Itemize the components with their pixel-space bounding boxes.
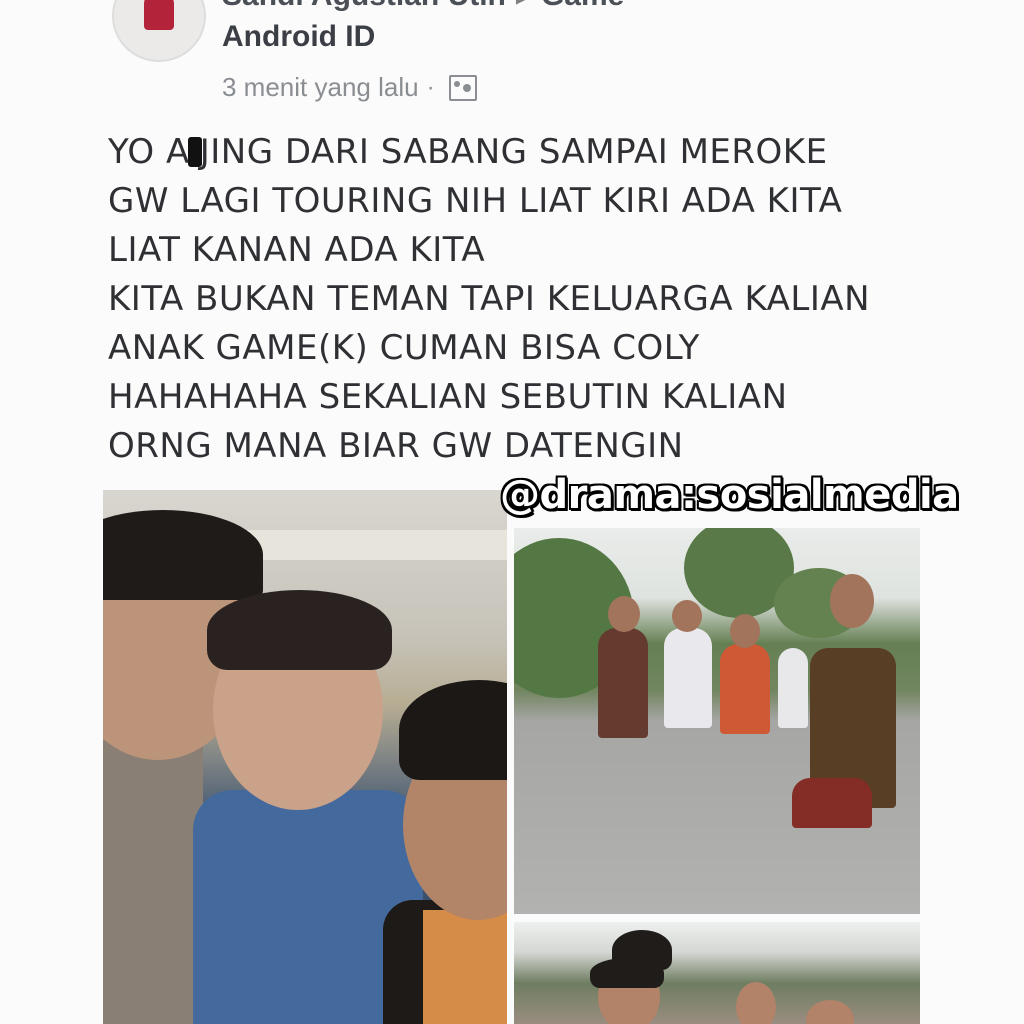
post-photo-2[interactable]: [514, 528, 920, 914]
author-header: Sandi Agustian Utih ▸ Game: [222, 0, 624, 13]
post-text-line: HAHAHAHA SEKALIAN SEBUTIN KALIAN: [108, 373, 988, 422]
avatar-figure: [144, 0, 174, 30]
group-name-partial[interactable]: Game: [541, 0, 624, 12]
photo-figure: [103, 510, 263, 600]
photo-figure: [792, 778, 872, 828]
photo-figure: [608, 596, 640, 632]
post-body-text: YO A JING DARI SABANG SAMPAI MEROKE GW LAG…: [108, 128, 988, 471]
photo-figure: [736, 982, 776, 1024]
photo-figure: [672, 600, 702, 632]
photo-figure: [207, 590, 392, 670]
post-text-segment: ORNG MANA BIAR GW DATENGIN: [108, 426, 684, 466]
post-photo-3[interactable]: [514, 922, 920, 1024]
meta-separator: ·: [426, 73, 435, 101]
photo-figure: [598, 628, 648, 738]
author-name[interactable]: Sandi Agustian Utih: [222, 0, 506, 12]
post-timestamp[interactable]: 3 menit yang lalu: [222, 72, 419, 103]
post-text-line: ORNG MANA BIAR GW DATENGIN: [108, 422, 988, 471]
post-text-segment: ANAK GAME(K) CUMAN BISA COLY: [108, 328, 700, 368]
photo-figure: [103, 740, 203, 1024]
post-meta: 3 menit yang lalu ·: [222, 72, 477, 103]
post-text-segment: LIAT KANAN ADA KITA: [108, 230, 486, 270]
post-text-segment: JING DARI SABANG SAMPAI MEROKE: [199, 132, 828, 172]
photo-figure: [778, 648, 808, 728]
author-avatar[interactable]: [112, 0, 206, 62]
group-name[interactable]: Android ID: [222, 20, 375, 54]
photo-figure: [730, 614, 760, 648]
post-text-segment: GW LAGI TOURING NIH LIAT KIRI ADA KITA: [108, 181, 843, 221]
post-text-line: ANAK GAME(K) CUMAN BISA COLY: [108, 324, 988, 373]
photo-figure: [830, 574, 874, 628]
photo-figure: [664, 628, 712, 728]
post-text-line: YO A JING DARI SABANG SAMPAI MEROKE: [108, 128, 988, 177]
photo-figure: [423, 910, 507, 1024]
post-text-line: LIAT KANAN ADA KITA: [108, 226, 988, 275]
post-photo-1[interactable]: [103, 490, 507, 1024]
facebook-post-card: Sandi Agustian Utih ▸ Game Android ID 3 me…: [0, 0, 1024, 1024]
post-text-segment: HAHAHAHA SEKALIAN SEBUTIN KALIAN: [108, 377, 788, 417]
watermark-handle: @drama:sosialmedia: [500, 472, 959, 518]
post-text-line: KITA BUKAN TEMAN TAPI KELUARGA KALIAN: [108, 275, 988, 324]
photo-figure: [720, 644, 770, 734]
photo-figure: [399, 680, 507, 780]
post-text-segment: YO A: [108, 132, 190, 172]
post-text-segment: KITA BUKAN TEMAN TAPI KELUARGA KALIAN: [108, 279, 871, 319]
arrow-right-icon: ▸: [516, 0, 531, 12]
photo-figure: [806, 1000, 854, 1024]
photo-figure: [590, 958, 664, 988]
group-audience-icon: [448, 74, 477, 101]
post-text-line: GW LAGI TOURING NIH LIAT KIRI ADA KITA: [108, 177, 988, 226]
